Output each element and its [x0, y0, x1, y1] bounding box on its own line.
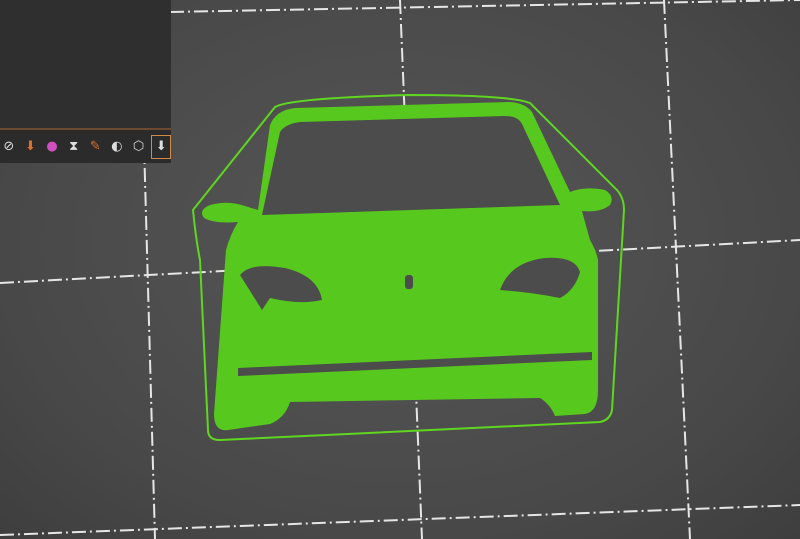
- hourglass-icon[interactable]: ⧗: [65, 136, 83, 158]
- seam-paint-icon[interactable]: ✎: [87, 136, 105, 158]
- grid-line: [169, 0, 800, 13]
- sidebar-panel: [0, 0, 171, 128]
- place-on-face-icon[interactable]: ⬇: [22, 136, 40, 158]
- variable-layer-height-icon[interactable]: ⊘: [0, 136, 18, 158]
- cube-view-icon[interactable]: ⬡: [130, 136, 148, 158]
- center-of-mass-icon[interactable]: ◐: [108, 136, 126, 158]
- car-model: [202, 102, 612, 431]
- export-arrow-icon[interactable]: ⬇: [151, 134, 171, 159]
- grid-line: [0, 504, 800, 536]
- grid-line: [663, 0, 691, 539]
- color-paint-icon[interactable]: ●: [43, 136, 61, 158]
- toolbar: ⊘ ⬇ ● ⧗ ✎ ◐ ⬡ ⬇: [0, 128, 171, 163]
